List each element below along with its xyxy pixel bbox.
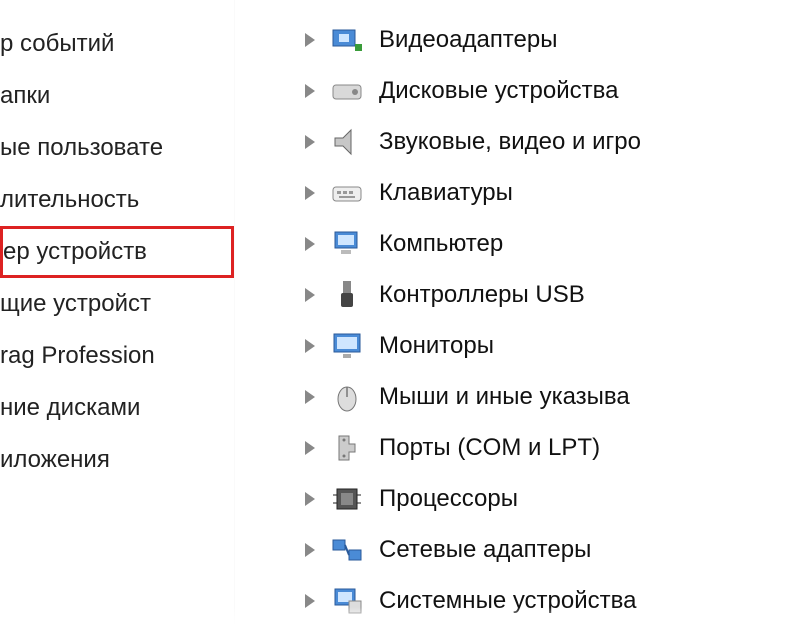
device-category-label: Мыши и иные указыва xyxy=(379,383,630,411)
tree-item-label: щие устройст xyxy=(0,290,151,317)
tree-item[interactable]: ние дисками xyxy=(0,382,234,434)
device-category[interactable]: Системные устройства xyxy=(305,575,807,625)
device-category-label: Дисковые устройства xyxy=(379,77,618,105)
device-category[interactable]: Сетевые адаптеры xyxy=(305,524,807,575)
expand-icon[interactable] xyxy=(305,33,315,47)
management-console-tree: р событий апки ые пользовате лительность… xyxy=(0,0,235,625)
expand-icon[interactable] xyxy=(305,441,315,455)
port-icon xyxy=(329,430,365,466)
device-category-label: Компьютер xyxy=(379,230,503,258)
device-category-label: Видеоадаптеры xyxy=(379,26,557,54)
device-category[interactable]: Компьютер xyxy=(305,218,807,269)
speaker-icon xyxy=(329,124,365,160)
expand-icon[interactable] xyxy=(305,492,315,506)
tree-item[interactable]: ые пользовате xyxy=(0,122,234,174)
tree-item-label: ые пользовате xyxy=(0,134,163,161)
cpu-icon xyxy=(329,481,365,517)
tree-item[interactable]: лительность xyxy=(0,174,234,226)
expand-icon[interactable] xyxy=(305,339,315,353)
tree-item[interactable]: р событий xyxy=(0,18,234,70)
device-category-label: Звуковые, видео и игро xyxy=(379,128,641,156)
expand-icon[interactable] xyxy=(305,390,315,404)
expand-icon[interactable] xyxy=(305,543,315,557)
device-category-label: Порты (COM и LPT) xyxy=(379,434,600,462)
device-category-label: Процессоры xyxy=(379,485,518,513)
expand-icon[interactable] xyxy=(305,84,315,98)
expand-icon[interactable] xyxy=(305,237,315,251)
device-category[interactable]: Процессоры xyxy=(305,473,807,524)
device-manager-tree: Видеоадаптеры Дисковые устройства Звуков… xyxy=(235,0,807,625)
device-category[interactable]: Звуковые, видео и игро xyxy=(305,116,807,167)
tree-item-label: rag Profession xyxy=(0,342,155,369)
tree-item[interactable]: щие устройст xyxy=(0,278,234,330)
network-icon xyxy=(329,532,365,568)
device-category[interactable]: Клавиатуры xyxy=(305,167,807,218)
tree-item-label: лительность xyxy=(0,186,139,213)
tree-item-label: ние дисками xyxy=(0,394,140,421)
device-category[interactable]: Мониторы xyxy=(305,320,807,371)
computer-icon xyxy=(329,226,365,262)
expand-icon[interactable] xyxy=(305,594,315,608)
device-category[interactable]: Видеоадаптеры xyxy=(305,14,807,65)
device-category-label: Системные устройства xyxy=(379,587,636,615)
tree-item[interactable]: апки xyxy=(0,70,234,122)
tree-item-label: р событий xyxy=(0,30,114,57)
device-category-label: Мониторы xyxy=(379,332,494,360)
mouse-icon xyxy=(329,379,365,415)
tree-item-device-manager[interactable]: ер устройств xyxy=(0,226,234,278)
disk-icon xyxy=(329,73,365,109)
expand-icon[interactable] xyxy=(305,135,315,149)
tree-item-label: ер устройств xyxy=(3,238,147,265)
device-category-label: Сетевые адаптеры xyxy=(379,536,591,564)
tree-item-label: иложения xyxy=(0,446,110,473)
display-adapter-icon xyxy=(329,22,365,58)
tree-item-label: апки xyxy=(0,82,50,109)
expand-icon[interactable] xyxy=(305,186,315,200)
keyboard-icon xyxy=(329,175,365,211)
device-category[interactable]: Мыши и иные указыва xyxy=(305,371,807,422)
system-icon xyxy=(329,583,365,619)
device-category-label: Контроллеры USB xyxy=(379,281,585,309)
tree-item[interactable]: rag Profession xyxy=(0,330,234,382)
device-category[interactable]: Контроллеры USB xyxy=(305,269,807,320)
usb-icon xyxy=(329,277,365,313)
device-category[interactable]: Порты (COM и LPT) xyxy=(305,422,807,473)
monitor-icon xyxy=(329,328,365,364)
device-category-label: Клавиатуры xyxy=(379,179,513,207)
expand-icon[interactable] xyxy=(305,288,315,302)
device-category[interactable]: Дисковые устройства xyxy=(305,65,807,116)
tree-item[interactable]: иложения xyxy=(0,434,234,486)
